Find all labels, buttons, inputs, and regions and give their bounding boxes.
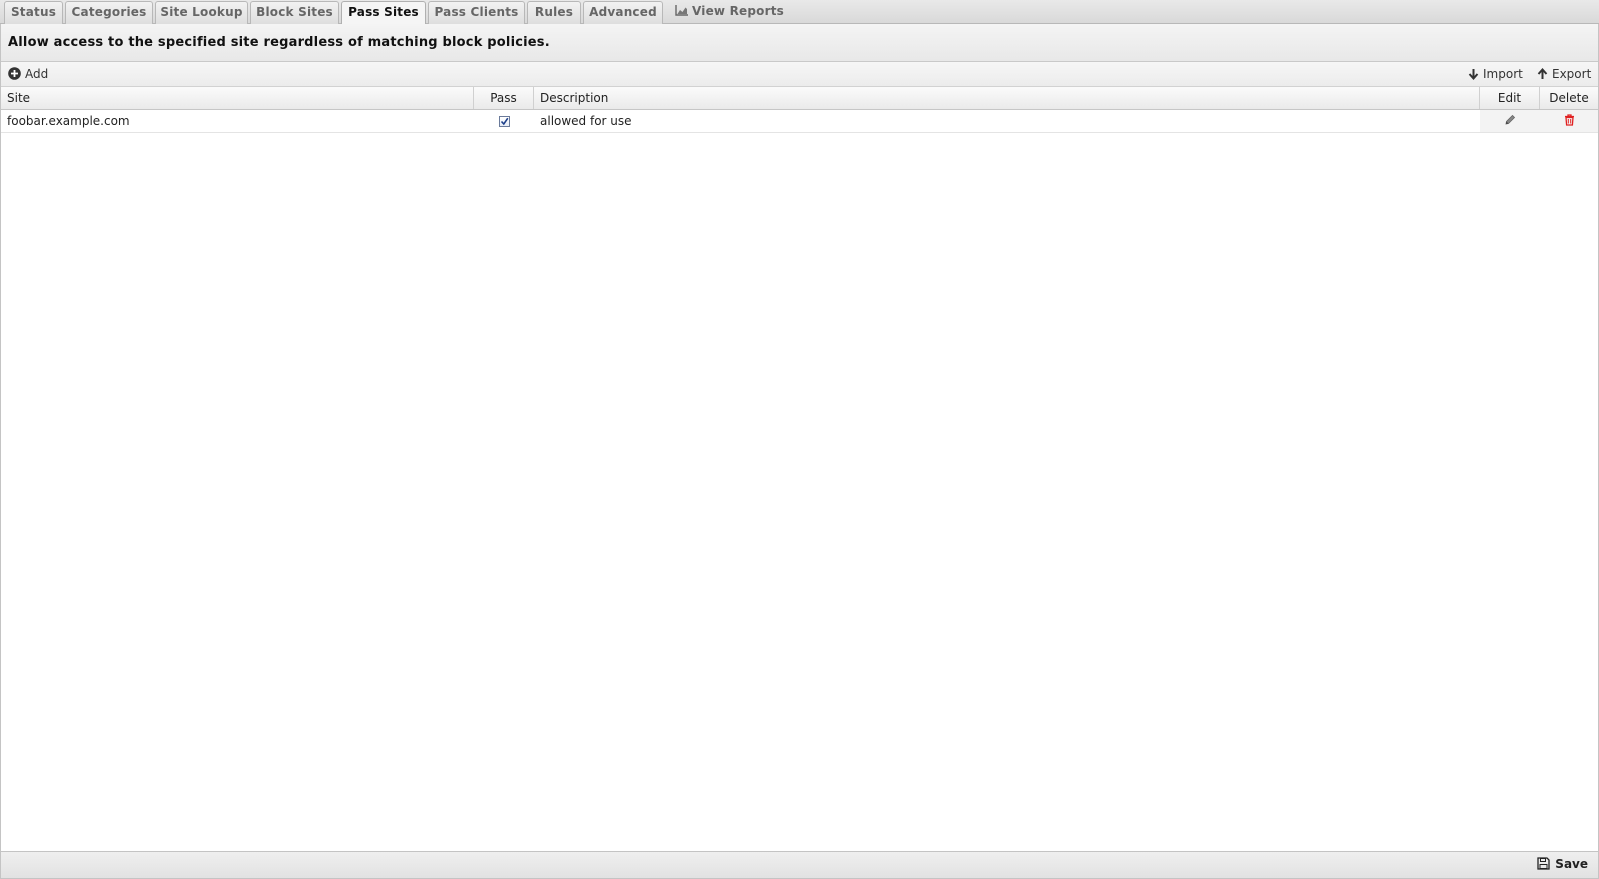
arrow-down-icon	[1468, 68, 1479, 83]
tab-label: Pass Clients	[434, 5, 519, 19]
save-button[interactable]: Save	[1537, 857, 1588, 873]
panel-description: Allow access to the specified site regar…	[8, 35, 550, 50]
tab-status[interactable]: Status	[4, 1, 63, 24]
tab-block-sites[interactable]: Block Sites	[250, 1, 339, 24]
floppy-disk-icon	[1537, 857, 1550, 873]
tab-label: Advanced	[589, 5, 657, 19]
tab-label: Site Lookup	[160, 5, 243, 19]
save-label: Save	[1555, 857, 1588, 871]
pass-checkbox[interactable]	[498, 116, 510, 127]
description-cell: allowed for use	[540, 114, 632, 128]
column-header-description[interactable]: Description	[534, 87, 1480, 109]
column-header-delete: Delete	[1549, 91, 1589, 105]
delete-cell	[1540, 110, 1598, 132]
add-button[interactable]: Add	[8, 67, 48, 83]
import-label: Import	[1483, 67, 1523, 81]
grid-header: Site Pass Description Edit Delete	[1, 87, 1598, 110]
tab-pass-sites[interactable]: Pass Sites	[341, 1, 426, 25]
trash-icon[interactable]	[1564, 111, 1575, 133]
site-cell: foobar.example.com	[7, 114, 130, 128]
tab-label: View Reports	[691, 4, 784, 18]
pencil-icon[interactable]	[1504, 111, 1516, 133]
column-header-edit: Edit	[1480, 87, 1540, 109]
chart-icon	[675, 2, 688, 23]
tab-rules[interactable]: Rules	[527, 1, 581, 24]
import-button[interactable]: Import	[1468, 67, 1523, 83]
tab-label: Rules	[534, 5, 574, 19]
tab-categories[interactable]: Categories	[65, 1, 153, 24]
tab-view-reports[interactable]: View Reports	[672, 1, 787, 24]
tab-label: Status	[10, 5, 57, 19]
add-label: Add	[25, 67, 49, 81]
grid-toolbar: Add Import Export	[1, 62, 1598, 87]
add-circle-icon	[8, 67, 21, 83]
arrow-up-icon	[1537, 67, 1548, 83]
pass-cell	[474, 110, 534, 132]
export-button[interactable]: Export	[1537, 67, 1591, 83]
pass-sites-panel: Allow access to the specified site regar…	[0, 24, 1599, 879]
column-header-pass[interactable]: Pass	[474, 87, 534, 109]
export-label: Export	[1552, 67, 1592, 81]
tab-advanced[interactable]: Advanced	[583, 1, 663, 24]
tab-bar: Status Categories Site Lookup Block Site…	[0, 0, 1599, 25]
column-header-site[interactable]: Site	[1, 87, 474, 109]
tab-site-lookup[interactable]: Site Lookup	[155, 1, 248, 24]
tab-label: Categories	[71, 5, 147, 19]
tab-pass-clients[interactable]: Pass Clients	[428, 1, 525, 24]
tab-label: Pass Sites	[348, 5, 419, 19]
footer-bar: Save	[1, 851, 1598, 878]
description-bar: Allow access to the specified site regar…	[1, 24, 1598, 62]
edit-cell	[1480, 110, 1540, 132]
table-row[interactable]: foobar.example.com allowed for use	[1, 110, 1598, 133]
tab-label: Block Sites	[256, 5, 333, 19]
